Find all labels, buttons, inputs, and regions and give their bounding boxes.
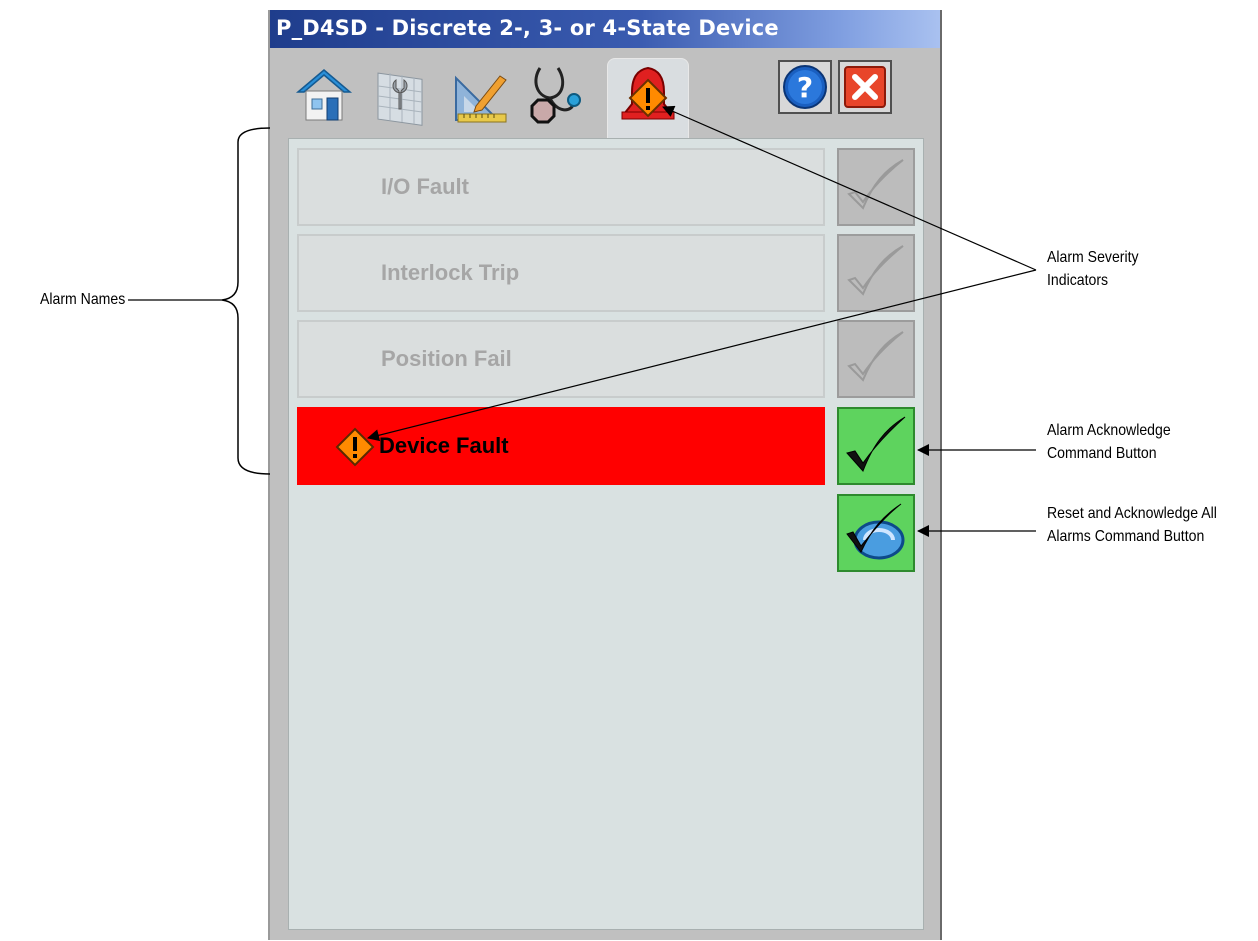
annotation-severity-line1: Alarm Severity bbox=[1047, 249, 1139, 266]
alarm-names-brace bbox=[221, 127, 271, 475]
annotation-overlay bbox=[128, 105, 1037, 537]
annotation-reset-line1: Reset and Acknowledge All bbox=[1047, 505, 1217, 522]
severity-leader-bottom bbox=[367, 269, 1037, 442]
annotation-severity-line2: Indicators bbox=[1047, 272, 1109, 289]
annotation-ack-line1: Alarm Acknowledge bbox=[1047, 422, 1171, 439]
severity-leader-top bbox=[662, 105, 1037, 271]
annotation-reset-line2: Alarms Command Button bbox=[1047, 528, 1205, 545]
annotation-ack-line2: Command Button bbox=[1047, 445, 1157, 462]
annotation-alarm-names: Alarm Names bbox=[40, 291, 126, 308]
